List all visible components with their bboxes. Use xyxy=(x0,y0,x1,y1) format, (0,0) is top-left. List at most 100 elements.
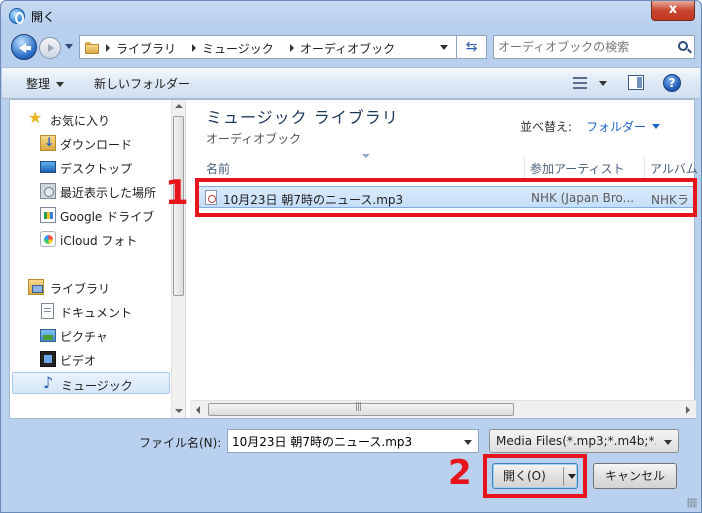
column-header: 名前 参加アーティスト アルバム xyxy=(198,154,698,180)
sidebar-item-label: ミュージック xyxy=(61,379,133,393)
sidebar-item-favorites[interactable]: お気に入り xyxy=(10,108,172,130)
content-area: お気に入り ダウンロード デスクトップ 最近表示した場所 Google ドライブ… xyxy=(9,99,698,419)
view-options-chevron-down-icon[interactable] xyxy=(599,81,607,86)
icloud-photos-icon xyxy=(40,231,56,247)
annotation-number-step1: 1 xyxy=(165,173,189,213)
sidebar-item-label: 最近表示した場所 xyxy=(60,186,157,200)
search-box[interactable] xyxy=(493,35,695,59)
new-folder-button[interactable]: 新しいフォルダー xyxy=(94,75,190,92)
preview-pane-icon[interactable] xyxy=(628,75,644,90)
recent-pages-chevron-down-icon[interactable] xyxy=(65,44,73,49)
filename-combobox[interactable] xyxy=(227,429,479,453)
search-icon[interactable] xyxy=(678,41,688,51)
sidebar-item-label: ドキュメント xyxy=(60,306,133,320)
scroll-left-icon[interactable] xyxy=(196,406,200,414)
sidebar-item-label: iCloud フォト xyxy=(60,234,138,248)
help-icon[interactable]: ? xyxy=(663,74,681,92)
desktop-icon xyxy=(40,161,56,173)
open-file-dialog: 開く x ライブラリ ミュージック オーディオブック ⇆ 整理 新しいフォルダー xyxy=(0,0,702,513)
sidebar-item-label: ダウンロード xyxy=(60,138,133,152)
sidebar-item-label: お気に入り xyxy=(50,114,111,128)
column-name[interactable]: 名前 xyxy=(206,160,230,177)
sidebar-item-pictures[interactable]: ピクチャ xyxy=(10,324,172,346)
back-button[interactable] xyxy=(11,34,37,60)
organize-label: 整理 xyxy=(26,77,51,91)
downloads-folder-icon xyxy=(40,135,56,151)
refresh-icon: ⇆ xyxy=(465,39,478,55)
chevron-down-icon xyxy=(664,440,672,445)
annotation-box-step1 xyxy=(195,178,697,217)
sidebar-item-music[interactable]: ミュージック xyxy=(12,372,170,394)
breadcrumb-audiobooks[interactable]: オーディオブック xyxy=(300,40,395,57)
sidebar-item-recent-places[interactable]: 最近表示した場所 xyxy=(10,180,172,202)
library-subtitle: オーディオブック xyxy=(206,132,302,146)
navigation-pane: お気に入り ダウンロード デスクトップ 最近表示した場所 Google ドライブ… xyxy=(10,100,186,418)
filename-input[interactable] xyxy=(232,433,452,449)
address-bar[interactable]: ライブラリ ミュージック オーディオブック xyxy=(79,35,457,59)
sidebar-item-videos[interactable]: ビデオ xyxy=(10,348,172,370)
sidebar-item-documents[interactable]: ドキュメント xyxy=(10,300,172,322)
resize-grip-icon[interactable] xyxy=(687,498,697,508)
music-icon xyxy=(41,373,57,392)
title-bar: 開く x xyxy=(1,1,701,31)
annotation-box-step2 xyxy=(483,454,587,498)
close-button[interactable]: x xyxy=(651,1,695,21)
file-type-filter-value: Media Files(*.mp3;*.m4b;*. xyxy=(496,434,656,448)
recent-places-icon xyxy=(40,183,56,199)
google-drive-icon xyxy=(40,207,56,223)
videos-icon xyxy=(40,351,56,367)
scroll-up-icon[interactable] xyxy=(175,104,183,108)
breadcrumb-chevron-icon[interactable] xyxy=(106,44,110,52)
column-artist[interactable]: 参加アーティスト xyxy=(530,160,625,177)
chevron-down-icon[interactable] xyxy=(464,440,472,445)
breadcrumb-chevron-icon[interactable] xyxy=(290,44,294,52)
sidebar-item-label: ライブラリ xyxy=(50,282,111,296)
breadcrumb-chevron-icon[interactable] xyxy=(192,44,196,52)
scrollbar-thumb[interactable] xyxy=(208,402,514,416)
sidebar-item-downloads[interactable]: ダウンロード xyxy=(10,132,172,154)
horizontal-scrollbar[interactable] xyxy=(190,400,696,418)
sidebar-item-icloud-photos[interactable]: iCloud フォト xyxy=(10,228,172,250)
navigation-bar: ライブラリ ミュージック オーディオブック ⇆ xyxy=(9,33,695,61)
star-icon xyxy=(28,108,44,127)
sidebar-item-label: ピクチャ xyxy=(60,330,108,344)
arrange-by-dropdown[interactable]: フォルダー xyxy=(586,118,646,135)
forward-button[interactable] xyxy=(39,37,61,59)
breadcrumb-libraries[interactable]: ライブラリ xyxy=(116,40,176,57)
file-list-pane: ミュージック ライブラリ オーディオブック 並べ替え: フォルダー 名前 参加ア… xyxy=(190,100,698,418)
annotation-number-step2: 2 xyxy=(448,453,472,493)
filename-label: ファイル名(N): xyxy=(139,436,222,450)
scroll-right-icon[interactable] xyxy=(686,406,690,414)
breadcrumb-music[interactable]: ミュージック xyxy=(202,40,274,57)
app-icon xyxy=(9,8,25,24)
column-album[interactable]: アルバム xyxy=(650,160,698,177)
change-view-icon[interactable] xyxy=(573,77,587,89)
search-input[interactable] xyxy=(498,39,668,55)
scroll-down-icon[interactable] xyxy=(175,409,183,413)
column-divider[interactable] xyxy=(524,156,525,180)
folder-icon xyxy=(85,40,99,54)
arrange-by-label: 並べ替え: xyxy=(520,120,573,134)
address-dropdown-icon[interactable] xyxy=(440,45,448,50)
file-type-filter-dropdown[interactable]: Media Files(*.mp3;*.m4b;*. xyxy=(489,429,679,453)
organize-button[interactable]: 整理 xyxy=(26,75,65,92)
window-title: 開く xyxy=(31,10,56,24)
sort-indicator-icon xyxy=(362,154,370,158)
refresh-button[interactable]: ⇆ xyxy=(457,35,487,59)
sidebar-scrollbar[interactable] xyxy=(171,100,185,418)
cancel-button[interactable]: キャンセル xyxy=(593,463,677,489)
documents-icon xyxy=(41,303,54,319)
library-icon xyxy=(28,279,44,295)
sidebar-item-libraries[interactable]: ライブラリ xyxy=(10,276,172,298)
pictures-icon xyxy=(40,329,56,342)
sidebar-item-label: デスクトップ xyxy=(60,162,133,176)
command-bar: 整理 新しいフォルダー ? xyxy=(2,67,700,99)
sidebar-item-label: Google ドライブ xyxy=(60,210,155,224)
arrange-chevron-down-icon[interactable] xyxy=(652,124,660,129)
sidebar-item-desktop[interactable]: デスクトップ xyxy=(10,156,172,178)
sidebar-item-google-drive[interactable]: Google ドライブ xyxy=(10,204,172,226)
chevron-down-icon xyxy=(56,82,65,87)
library-title: ミュージック ライブラリ xyxy=(206,108,399,127)
sidebar-item-label: ビデオ xyxy=(60,354,97,368)
column-divider[interactable] xyxy=(644,156,645,180)
